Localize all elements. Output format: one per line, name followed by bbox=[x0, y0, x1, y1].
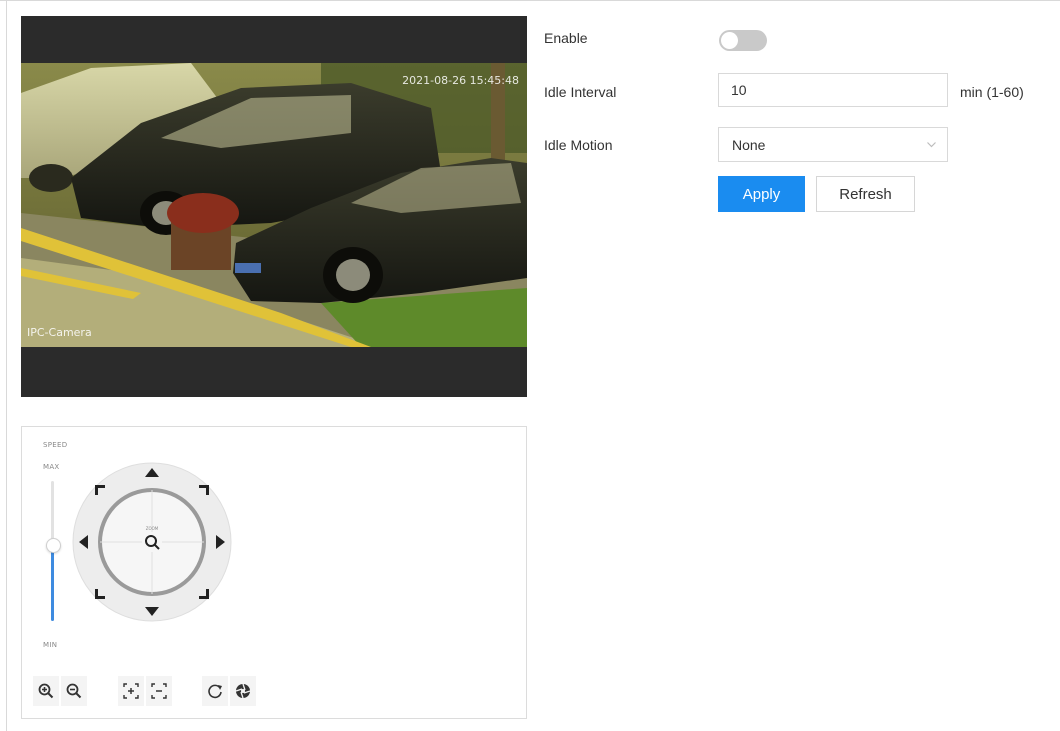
iris-open-button[interactable] bbox=[230, 676, 256, 706]
apply-button[interactable]: Apply bbox=[718, 176, 805, 212]
zoom-out-button[interactable] bbox=[61, 676, 87, 706]
video-channel-name: IPC-Camera bbox=[27, 326, 92, 339]
ptz-direction-pad: ZOOM bbox=[72, 462, 232, 622]
speed-slider-fill bbox=[51, 544, 54, 621]
center-zoom-icon[interactable] bbox=[142, 532, 162, 552]
speed-label: SPEED bbox=[43, 441, 68, 449]
focus-far-button[interactable] bbox=[146, 676, 172, 706]
enable-label: Enable bbox=[544, 30, 588, 46]
focus-near-icon bbox=[123, 683, 139, 699]
live-video-view[interactable]: 2021-08-26 15:45:48 IPC-Camera bbox=[21, 16, 527, 397]
focus-far-icon bbox=[151, 683, 167, 699]
idle-motion-label: Idle Motion bbox=[544, 137, 613, 153]
idle-motion-value: None bbox=[732, 137, 766, 153]
speed-slider-handle[interactable] bbox=[46, 538, 61, 553]
page-left-border bbox=[6, 0, 7, 731]
speed-max-label: MAX bbox=[43, 463, 60, 471]
idle-motion-select[interactable]: None bbox=[718, 127, 948, 162]
center-zoom-label: ZOOM bbox=[146, 526, 159, 531]
ptz-control-panel: SPEED MAX MIN ZOOM bbox=[21, 426, 527, 719]
idle-interval-unit: min (1-60) bbox=[960, 84, 1024, 100]
refresh-button[interactable]: Refresh bbox=[816, 176, 915, 212]
page-top-border bbox=[0, 0, 1060, 1]
iris-open-icon bbox=[235, 683, 251, 699]
idle-interval-label: Idle Interval bbox=[544, 84, 617, 100]
chevron-down-icon bbox=[927, 142, 936, 148]
speed-slider[interactable] bbox=[46, 481, 61, 621]
iris-close-button[interactable] bbox=[202, 676, 228, 706]
camera-scene-image bbox=[21, 63, 527, 347]
zoom-in-button[interactable] bbox=[33, 676, 59, 706]
idle-interval-input[interactable] bbox=[718, 73, 948, 107]
zoom-out-icon bbox=[66, 683, 82, 699]
zoom-in-icon bbox=[38, 683, 54, 699]
speed-min-label: MIN bbox=[43, 641, 58, 649]
iris-close-icon bbox=[208, 684, 222, 699]
enable-toggle-knob bbox=[721, 32, 738, 49]
focus-near-button[interactable] bbox=[118, 676, 144, 706]
enable-toggle[interactable] bbox=[719, 30, 767, 51]
video-timestamp: 2021-08-26 15:45:48 bbox=[402, 74, 519, 87]
